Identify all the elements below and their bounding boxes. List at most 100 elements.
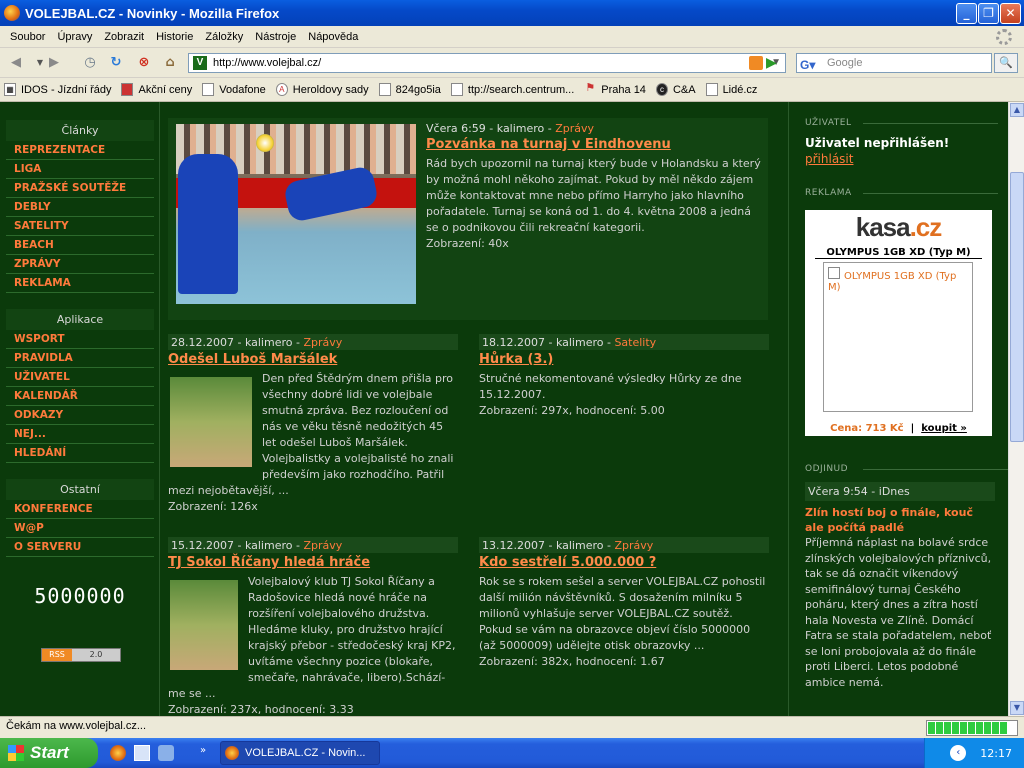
nav-link-satelity[interactable]: SATELITY	[6, 217, 154, 236]
article-title-link[interactable]: Odešel Luboš Maršálek	[168, 352, 458, 367]
article-meta: 28.12.2007 - kalimero - Zprávy	[168, 334, 458, 350]
article-title-link[interactable]: TJ Sokol Říčany hledá hráče	[168, 555, 458, 570]
chevron-icon[interactable]: »	[200, 745, 206, 756]
article-category-link[interactable]: Zprávy	[614, 539, 653, 552]
bookmark-heroldovy-sady[interactable]: A Heroldovy sady	[275, 83, 369, 96]
nav-link-uzivatel[interactable]: UŽIVATEL	[6, 368, 154, 387]
back-icon[interactable]: ◀	[6, 53, 26, 73]
nav-link-debly[interactable]: DEBLY	[6, 198, 154, 217]
nav-link-reklama[interactable]: REKLAMA	[6, 274, 154, 293]
tray-expand-icon[interactable]: ‹	[950, 745, 967, 761]
ca-icon: c	[655, 83, 668, 96]
nav-link-beach[interactable]: BEACH	[6, 236, 154, 255]
right-sidebar: UŽIVATEL Uživatel nepřihlášen! přihlásit…	[788, 102, 1008, 716]
bookmark-praha14[interactable]: ⚑ Praha 14	[584, 83, 646, 96]
start-button[interactable]: Start	[0, 738, 98, 768]
article-views: Zobrazení: 382x, hodnocení: 1.67	[479, 655, 665, 668]
article-card: 18.12.2007 - kalimero - Satelity Hůrka (…	[479, 334, 769, 419]
scrollbar-thumb[interactable]	[1010, 172, 1024, 442]
search-button[interactable]: 🔍	[994, 53, 1018, 73]
menu-view[interactable]: Zobrazit	[104, 31, 144, 43]
article-title-link[interactable]: Kdo sestřelí 5.000.000 ?	[479, 555, 769, 570]
article-thumbnail[interactable]	[170, 580, 238, 670]
media-quicklaunch-icon[interactable]	[158, 745, 174, 761]
minimize-button[interactable]: _	[956, 3, 977, 24]
menu-help[interactable]: Nápověda	[308, 31, 358, 43]
nav-link-wap[interactable]: W@P	[6, 519, 154, 538]
scroll-up-icon[interactable]: ▲	[1010, 103, 1024, 117]
bookmark-akcni-ceny[interactable]: Akční ceny	[121, 83, 192, 96]
section-title-aplikace: Aplikace	[6, 309, 154, 330]
article-category-link[interactable]: Satelity	[614, 336, 656, 349]
nav-link-o-serveru[interactable]: O SERVERU	[6, 538, 154, 557]
stop-icon[interactable]: ⊗	[134, 53, 154, 73]
google-icon[interactable]: G▾	[800, 56, 815, 74]
featured-volleyball-photo[interactable]	[176, 124, 416, 304]
bookmark-idos[interactable]: ▦ IDOS - Jízdní řády	[4, 83, 111, 96]
ad-image-alt: OLYMPUS 1GB XD (Typ M)	[828, 271, 957, 293]
nav-link-prazske-souteze[interactable]: PRAŽSKÉ SOUTĚŽE	[6, 179, 154, 198]
menu-bookmarks[interactable]: Záložky	[205, 31, 243, 43]
tag-icon	[121, 83, 134, 96]
bookmark-ca[interactable]: c C&A	[655, 83, 696, 96]
menu-history[interactable]: Historie	[156, 31, 193, 43]
article-thumbnail[interactable]	[170, 377, 252, 467]
bookmark-vodafone[interactable]: Vodafone	[202, 83, 266, 96]
broken-image-icon	[828, 267, 840, 279]
nav-link-hledani[interactable]: HLEDÁNÍ	[6, 444, 154, 463]
section-title-clanky: Články	[6, 120, 154, 141]
article-card: 13.12.2007 - kalimero - Zprávy Kdo sestř…	[479, 537, 769, 670]
explorer-quicklaunch-icon[interactable]	[134, 745, 150, 761]
vertical-scrollbar[interactable]: ▲ ▼	[1008, 102, 1024, 716]
elsewhere-meta: Včera 9:54 - iDnes	[805, 482, 995, 501]
nav-link-liga[interactable]: LIGA	[6, 160, 154, 179]
article-title-link[interactable]: Hůrka (3.)	[479, 352, 769, 367]
article-category-link[interactable]: Zprávy	[303, 539, 342, 552]
kasa-ad[interactable]: kasa.cz OLYMPUS 1GB XD (Typ M) OLYMPUS 1…	[805, 210, 992, 436]
forward-icon[interactable]: ▶	[44, 53, 64, 73]
scroll-down-icon[interactable]: ▼	[1010, 701, 1024, 715]
firefox-quicklaunch-icon[interactable]	[110, 745, 126, 761]
article-meta: 15.12.2007 - kalimero - Zprávy	[168, 537, 458, 553]
start-label: Start	[30, 743, 69, 762]
article-category-link[interactable]: Zprávy	[303, 336, 342, 349]
nav-link-nej[interactable]: NEJ...	[6, 425, 154, 444]
nav-link-konference[interactable]: KONFERENCE	[6, 500, 154, 519]
ad-price-row: Cena: 713 Kč | koupit »	[830, 423, 967, 434]
elsewhere-title-link[interactable]: Zlín hostí boj o finále, kouč ale počítá…	[805, 505, 995, 535]
go-arrow-icon[interactable]: ▶	[766, 55, 777, 71]
buy-link[interactable]: koupit »	[921, 423, 967, 434]
nav-link-wsport[interactable]: WSPORT	[6, 330, 154, 349]
reload-icon[interactable]: ↻	[106, 53, 126, 73]
nav-link-reprezentace[interactable]: REPREZENTACE	[6, 141, 154, 160]
rss-feed-icon[interactable]	[749, 56, 763, 70]
maximize-button[interactable]: ❐	[978, 3, 999, 24]
elsewhere-text: Příjemná náplast na bolavé srdce zlínský…	[805, 536, 992, 689]
bookmark-824go5ia[interactable]: 824go5ia	[378, 83, 441, 96]
taskbar-window-firefox[interactable]: VOLEJBAL.CZ - Novin...	[220, 741, 380, 765]
article-views: Zobrazení: 237x, hodnocení: 3.33	[168, 703, 354, 716]
close-button[interactable]: ✕	[1000, 3, 1021, 24]
nav-link-pravidla[interactable]: PRAVIDLA	[6, 349, 154, 368]
menu-tools[interactable]: Nástroje	[255, 31, 296, 43]
home-icon[interactable]: ⌂	[160, 53, 180, 73]
nav-link-zpravy[interactable]: ZPRÁVY	[6, 255, 154, 274]
web-page: Články REPREZENTACE LIGA PRAŽSKÉ SOUTĚŽE…	[0, 102, 1008, 716]
ad-product-name[interactable]: OLYMPUS 1GB XD (Typ M)	[815, 247, 982, 259]
nav-link-odkazy[interactable]: ODKAZY	[6, 406, 154, 425]
featured-title-link[interactable]: Pozvánka na turnaj v Eindhovenu	[426, 137, 762, 152]
menu-file[interactable]: Soubor	[10, 31, 45, 43]
nav-link-kalendar[interactable]: KALENDÁŘ	[6, 387, 154, 406]
menu-edit[interactable]: Úpravy	[57, 31, 92, 43]
history-clock-icon[interactable]: ◷	[80, 53, 100, 73]
window-title-bar: VOLEJBAL.CZ - Novinky - Mozilla Firefox …	[0, 0, 1024, 26]
address-bar[interactable]: V http://www.volejbal.cz/ ▼	[188, 53, 786, 73]
bookmark-lide[interactable]: Lidé.cz	[705, 83, 757, 96]
login-link[interactable]: přihlásit	[805, 152, 1008, 166]
ad-product-image[interactable]: OLYMPUS 1GB XD (Typ M)	[823, 262, 973, 412]
main-content: Včera 6:59 - kalimero - Zprávy Pozvánka …	[168, 102, 770, 716]
search-box[interactable]: G▾ Google	[796, 53, 992, 73]
rss-badge[interactable]: RSS 2.0	[41, 648, 121, 662]
bookmark-centrum[interactable]: ttp://search.centrum...	[450, 83, 574, 96]
featured-category-link[interactable]: Zprávy	[555, 122, 594, 135]
